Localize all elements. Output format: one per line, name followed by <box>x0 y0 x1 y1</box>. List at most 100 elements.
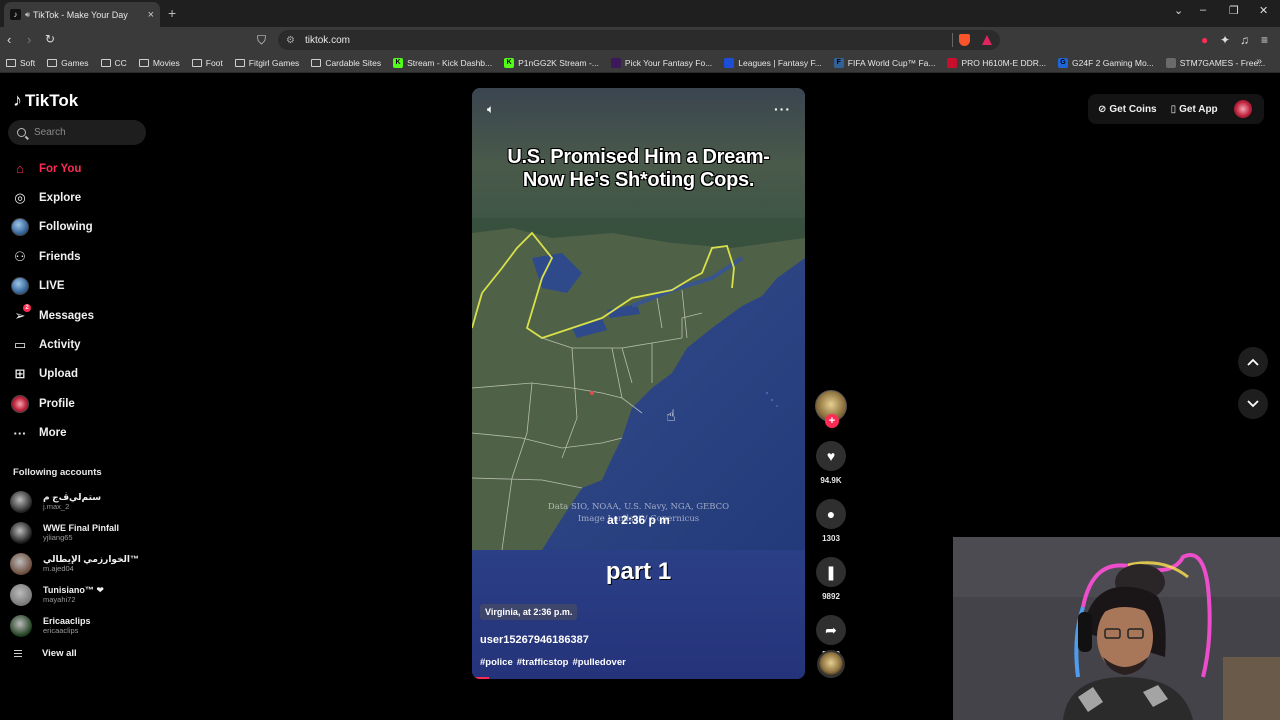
bookmark-item[interactable]: G G24F 2 Gaming Mo... <box>1058 57 1154 68</box>
phone-icon: ▯ <box>1170 103 1177 115</box>
bookmark-label: Stream - Kick Dashb... <box>407 57 493 68</box>
sidebar-item-label: Friends <box>39 250 81 263</box>
account-name: Ericaaclips <box>43 616 91 626</box>
bookmark-item[interactable]: F FIFA World Cup™ Fa... <box>833 57 935 68</box>
sidebar-item-label: Messages <box>39 309 94 322</box>
share-icon[interactable]: ➦ <box>816 615 846 645</box>
get-app-button[interactable]: ▯ Get App <box>1171 104 1218 115</box>
video-player[interactable]: U.S. Promised Him a Dream- Now He's Sh*o… <box>472 88 805 679</box>
media-controls-icon[interactable]: ♫ <box>1240 33 1249 47</box>
bookmark-icon[interactable]: ❚ <box>816 557 846 587</box>
user-avatar[interactable] <box>1233 100 1252 118</box>
browser-tab-active[interactable]: ♪ 🔊︎ TikTok - Make Your Day × <box>4 2 160 27</box>
hashtag-link[interactable]: #pulledover <box>572 657 625 668</box>
sidebar-item-label: Profile <box>39 397 75 410</box>
bookmarks-bar: Soft Games CC Movies Foot Fitgirl Games Cardab… <box>0 53 1280 73</box>
tab-search-chevron-icon[interactable]: ⌄ <box>1174 4 1183 17</box>
sidebar-item-friends[interactable]: ⚇ Friends <box>10 242 150 271</box>
bookmark-item[interactable]: PRO H610M-E DDR... <box>947 57 1046 68</box>
extensions-icon[interactable]: ✦ <box>1220 33 1230 47</box>
following-account[interactable]: WWE Final Pinfall yjliang65 <box>10 517 150 548</box>
tiktok-note-icon: ♪ <box>13 90 22 110</box>
bookmark-item[interactable]: Soft <box>6 58 35 68</box>
reload-icon[interactable]: ↻ <box>45 32 55 46</box>
video-username[interactable]: user15267946186387 <box>480 634 589 646</box>
save-count: 9892 <box>822 592 840 601</box>
search-input[interactable]: Search <box>8 120 146 145</box>
account-text: الخوارزمي الإيطالي™ m.ajed04 <box>43 554 139 573</box>
more-options-icon[interactable]: ··· <box>774 101 791 117</box>
window-close-icon[interactable]: ✕ <box>1259 4 1268 17</box>
creator-avatar[interactable]: + <box>815 390 847 428</box>
view-all-button[interactable]: View all <box>14 648 77 659</box>
search-icon <box>17 128 26 137</box>
account-handle: ericaaclips <box>43 626 79 635</box>
heart-icon[interactable]: ♥ <box>816 441 846 471</box>
bookmark-label: Leagues | Fantasy F... <box>738 57 822 68</box>
following-account[interactable]: Ericaaclips ericaaclips <box>10 610 150 641</box>
sidebar-item-for-you[interactable]: ⌂ For You <box>10 154 150 183</box>
following-account[interactable]: ستم‌لي‌ڤ‌ج‌ م j.max_2 <box>10 486 150 517</box>
minimize-icon[interactable]: – <box>1200 4 1206 16</box>
sidebar-item-upload[interactable]: ⊞ Upload <box>10 360 150 389</box>
sidebar-item-following[interactable]: Following <box>10 213 150 242</box>
hashtag-link[interactable]: #trafficstop <box>517 657 569 668</box>
video-progress-bar[interactable] <box>472 677 489 679</box>
bookmark-item[interactable]: Fitgirl Games <box>234 58 299 68</box>
get-app-label: Get App <box>1179 103 1218 115</box>
forward-icon[interactable]: › <box>27 32 31 47</box>
site-favicon-icon <box>1165 57 1176 68</box>
bookmark-item[interactable]: CC <box>100 58 127 68</box>
restore-icon[interactable]: ❐ <box>1229 4 1239 17</box>
save-action[interactable]: ❚ 9892 <box>814 557 848 601</box>
hashtags: #police #trafficstop #pulledover <box>480 657 630 668</box>
recording-icon[interactable]: ● <box>1201 33 1208 47</box>
back-icon[interactable]: ‹ <box>7 32 11 47</box>
bookmarks-overflow-icon[interactable]: » <box>1256 56 1262 67</box>
sidebar-item-explore[interactable]: ◎ Explore <box>10 183 150 212</box>
hashtag-link[interactable]: #police <box>480 657 513 668</box>
bookmark-item[interactable]: K Stream - Kick Dashb... <box>393 57 493 68</box>
volume-icon[interactable]: 🔈︎ <box>487 102 494 117</box>
brave-rewards-icon[interactable] <box>982 35 992 45</box>
site-favicon-icon <box>947 57 958 68</box>
like-action[interactable]: ♥ 94.9K <box>814 441 848 485</box>
bookmark-item[interactable]: Leagues | Fantasy F... <box>724 57 822 68</box>
sidebar-item-messages[interactable]: ➢ 2 Messages <box>10 301 150 330</box>
comment-icon[interactable]: ● <box>816 499 846 529</box>
follow-plus-icon[interactable]: + <box>825 414 839 428</box>
folder-icon <box>100 58 111 67</box>
bookmark-item[interactable]: Pick Your Fantasy Fo... <box>610 57 712 68</box>
tab-audio-icon[interactable]: 🔊︎ <box>25 10 30 20</box>
sidebar-item-activity[interactable]: ▭ Activity <box>10 330 150 359</box>
tab-close-icon[interactable]: × <box>148 9 154 21</box>
account-handle: j.max_2 <box>43 502 70 511</box>
bookmark-item[interactable]: Movies <box>138 58 180 68</box>
sidebar-item-profile[interactable]: Profile <box>10 389 150 418</box>
new-tab-icon[interactable]: + <box>168 5 176 21</box>
music-disc-icon[interactable] <box>817 650 845 678</box>
bookmark-item[interactable]: Games <box>47 58 89 68</box>
get-coins-button[interactable]: ⊘ Get Coins <box>1098 104 1157 115</box>
sidebar-item-live[interactable]: LIVE <box>10 272 150 301</box>
tiktok-logo[interactable]: ♪ TikTok <box>13 90 78 111</box>
location-marker <box>590 391 594 395</box>
bookmark-item[interactable]: STM7GAMES - Free... <box>1165 57 1265 68</box>
address-bar[interactable]: ⚙︎ tiktok.com <box>278 30 1000 50</box>
previous-video-button[interactable] <box>1238 347 1268 377</box>
brave-shield-icon[interactable] <box>959 34 970 46</box>
comment-action[interactable]: ● 1303 <box>814 499 848 543</box>
menu-icon[interactable]: ≡ <box>1261 33 1268 47</box>
sidebar-item-more[interactable]: ··· More <box>10 419 150 448</box>
following-account[interactable]: الخوارزمي الإيطالي™ m.ajed04 <box>10 548 150 579</box>
account-name: Tunisiano™ ❤ <box>43 585 104 595</box>
next-video-button[interactable] <box>1238 389 1268 419</box>
following-account[interactable]: Tunisiano™ ❤ mayahi72 <box>10 579 150 610</box>
site-info-icon[interactable]: ⚙︎ <box>286 35 295 46</box>
bookmark-item[interactable]: Foot <box>191 58 223 68</box>
bookmark-page-icon[interactable]: ⛉ <box>257 33 266 48</box>
view-all-label: View all <box>42 648 77 659</box>
bookmark-item[interactable]: Cardable Sites <box>311 58 381 68</box>
top-right-actions: ⊘ Get Coins ▯ Get App <box>1088 94 1264 124</box>
bookmark-item[interactable]: K P1nGG2K Stream -... <box>504 57 599 68</box>
